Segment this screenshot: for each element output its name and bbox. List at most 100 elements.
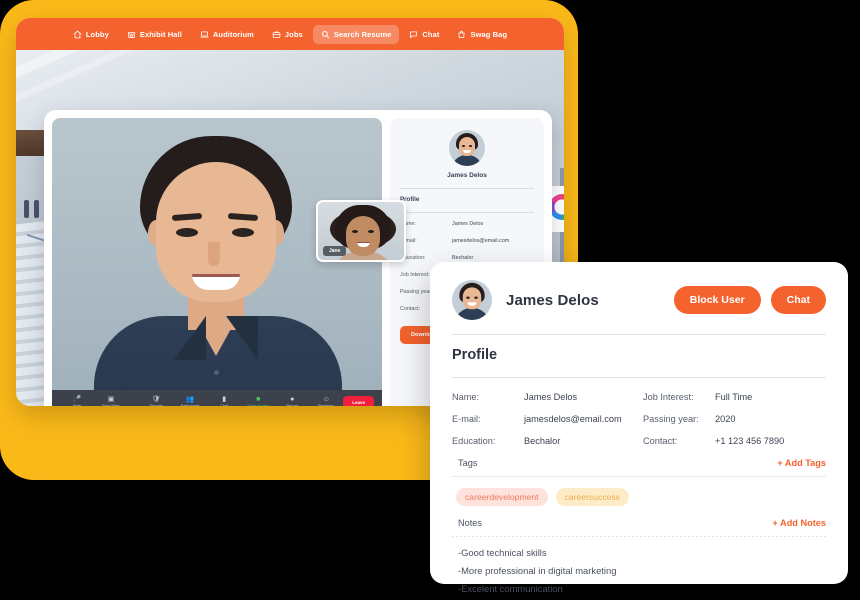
note-item: -Excelent communication [458, 583, 563, 594]
nav-item-auditorium[interactable]: Auditorium [192, 25, 262, 44]
participants-icon: 👥 [185, 396, 195, 403]
profile-field-contact: Contact: +1 123 456 7890 [643, 436, 826, 446]
main-navbar: Lobby Exhibit Hall Auditorium Jobs Searc… [16, 18, 564, 50]
main-video-tile[interactable]: James Delos 🎤 Mute ▣ Stop Video [52, 118, 382, 406]
nav-label: Chat [422, 29, 440, 39]
nav-item-swag-bag[interactable]: Swag Bag [449, 25, 515, 44]
call-control-label: Record [286, 404, 298, 406]
field-key: Name: [452, 392, 480, 402]
profile-field-email: E-mail: jamesdelos@email.com [452, 414, 635, 424]
speaker-collar-right [226, 316, 258, 360]
profile-card-header: James Delos Block User Chat [452, 280, 826, 320]
notes-header: Notes + Add Notes [452, 518, 826, 528]
side-profile-name: James Delos [447, 172, 487, 179]
speaker-collar-left [174, 316, 206, 360]
divider-dotted [452, 536, 826, 537]
call-control-record[interactable]: ● Record [275, 396, 309, 406]
field-key: Passing year: [643, 414, 699, 424]
nav-item-chat[interactable]: Chat [401, 25, 447, 44]
nav-label: Auditorium [212, 29, 254, 39]
call-control-chat[interactable]: ▮ Chat [207, 396, 241, 406]
call-control-participants[interactable]: 👥 Participants [173, 396, 207, 406]
leave-meeting-button[interactable]: Leave [343, 395, 374, 406]
profile-detail-card: James Delos Block User Chat Profile Name… [430, 262, 848, 594]
microphone-icon: 🎤 [72, 396, 82, 403]
tag-chip[interactable]: careerdevelopment [456, 488, 548, 506]
field-value: Bechalor [524, 436, 561, 446]
nav-label: Search Resume [333, 29, 392, 39]
nav-item-exhibit-hall[interactable]: Exhibit Hall [119, 25, 190, 44]
notes-label: Notes [458, 518, 483, 528]
chat-bubble-icon: ▮ [222, 396, 227, 403]
side-profile-field: E-mail: jamesdelos@email.com [400, 238, 534, 244]
page-title: James Delos [506, 291, 599, 309]
speaker-nose [208, 242, 220, 266]
field-value: James Delos [452, 221, 484, 227]
call-control-label: Security [149, 404, 163, 406]
screenshot-stage: Lobby Exhibit Hall Auditorium Jobs Searc… [0, 0, 860, 600]
thumb-eye-right [368, 230, 374, 233]
home-icon [73, 30, 82, 39]
participant-thumbnail-tile[interactable]: Jane [316, 200, 406, 262]
bag-icon [457, 30, 466, 39]
tag-chip[interactable]: careersuccess [555, 488, 629, 506]
nav-label: Swag Bag [470, 29, 508, 39]
add-notes-link[interactable]: + Add Notes [772, 518, 826, 528]
field-value: 2020 [715, 414, 736, 424]
field-value: jamesdelos@email.com [452, 238, 510, 244]
field-value: Bechalor [452, 255, 474, 261]
field-key: Education: [452, 436, 496, 446]
call-control-label: Participants [180, 404, 200, 406]
field-value: +1 123 456 7890 [715, 436, 785, 446]
chat-button[interactable]: Chat [770, 286, 826, 314]
block-user-button[interactable]: Block User [673, 286, 761, 314]
tag-list: careerdevelopment careersuccess [452, 488, 826, 506]
call-control-label: Chat [220, 404, 229, 406]
nav-item-jobs[interactable]: Jobs [264, 25, 311, 44]
field-value: Full Time [715, 392, 753, 402]
add-tags-link[interactable]: + Add Tags [777, 458, 826, 468]
call-control-reactions[interactable]: ☺ Reactions [309, 396, 343, 406]
avatar [449, 130, 485, 166]
call-control-label: Mute [73, 404, 81, 406]
share-screen-icon: ■ [256, 396, 261, 403]
nav-item-lobby[interactable]: Lobby [65, 25, 117, 44]
speaker-eye-right [232, 228, 254, 237]
thumb-face [346, 216, 380, 256]
laptop-icon [200, 30, 209, 39]
search-icon [321, 30, 330, 39]
call-control-share-screen[interactable]: ■ Share Screen [241, 396, 275, 406]
side-profile-section-title: Profile [400, 196, 420, 203]
call-control-mute[interactable]: 🎤 Mute [60, 396, 94, 406]
call-control-label: Stop Video [102, 404, 120, 406]
profile-section-title: Profile [452, 347, 498, 363]
note-item: -More professional in digital marketing [458, 565, 617, 576]
tags-header: Tags + Add Tags [452, 458, 826, 468]
field-key: Education: [400, 255, 426, 261]
avatar [452, 280, 492, 320]
divider [400, 188, 534, 189]
call-control-label: Share Screen [247, 404, 270, 406]
call-control-bar: 🎤 Mute ▣ Stop Video 🛡 Security 👥 Partici… [52, 390, 382, 406]
profile-field-name: Name: James Delos [452, 392, 635, 402]
divider [452, 476, 826, 477]
camera-icon: ▣ [107, 396, 115, 403]
tags-label: Tags [458, 458, 478, 468]
nav-label: Jobs [284, 29, 303, 39]
call-control-stop-video[interactable]: ▣ Stop Video [94, 396, 128, 406]
profile-field-passing-year: Passing year: 2020 [643, 414, 826, 424]
chat-icon [409, 30, 418, 39]
thumb-eye-left [352, 230, 358, 233]
profile-field-education: Education: Bechalor [452, 436, 635, 446]
store-icon [127, 30, 136, 39]
call-control-security[interactable]: 🛡 Security [139, 396, 173, 406]
thumbnail-name-badge: Jane [323, 246, 347, 256]
nav-item-search-resume[interactable]: Search Resume [312, 24, 400, 44]
side-profile-field: Name: James Delos [400, 221, 534, 227]
field-key: E-mail: [400, 238, 417, 244]
record-icon: ● [290, 396, 295, 403]
reactions-icon: ☺ [322, 396, 330, 403]
field-key: Contact: [643, 436, 678, 446]
side-profile-field: Education: Bechalor [400, 255, 534, 261]
speaker-shirt-button [214, 370, 219, 375]
